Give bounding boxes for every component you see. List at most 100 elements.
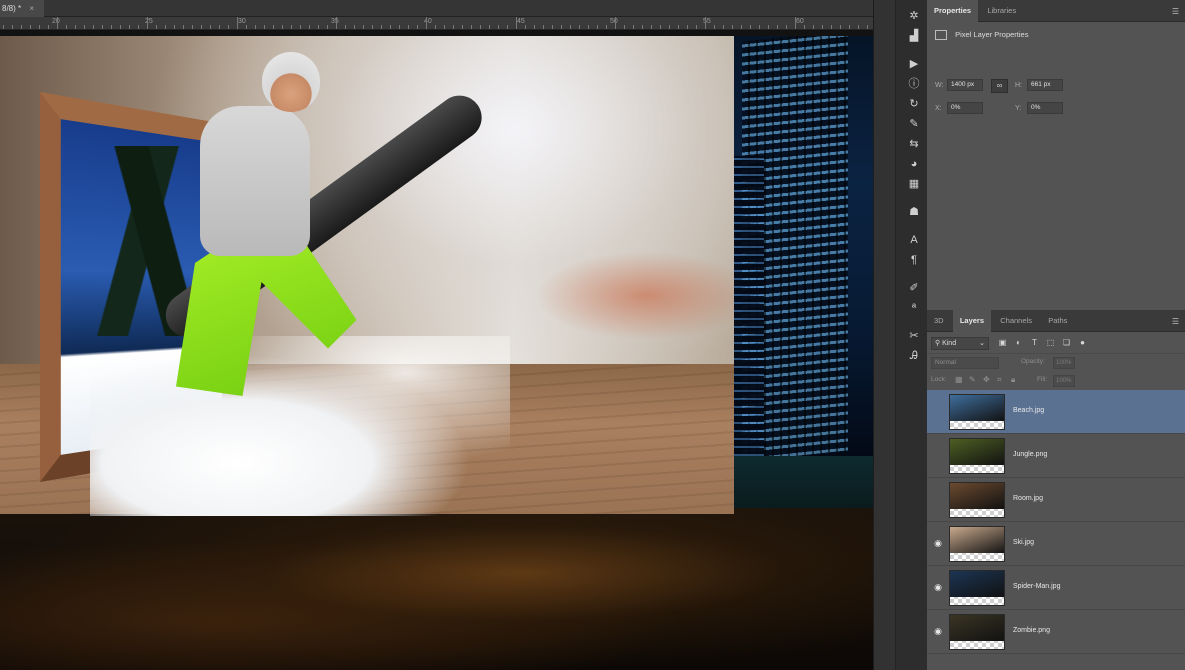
eye-icon[interactable]: ◉ — [933, 582, 943, 592]
tab-properties[interactable]: Properties — [927, 0, 979, 22]
panel-menu-icon[interactable]: ☰ — [1172, 7, 1179, 16]
ruler-tick — [390, 25, 391, 29]
tool-preset-icon[interactable]: ✂ — [902, 326, 926, 346]
history-icon[interactable]: ↻ — [902, 94, 926, 114]
ruler-tick — [183, 25, 184, 29]
type-icon[interactable]: Ꭿ — [902, 346, 926, 366]
lock-all-icon[interactable]: 🔒︎ — [1011, 375, 1015, 385]
tab-layers[interactable]: Layers — [952, 310, 992, 332]
ruler-tick — [381, 25, 382, 29]
width-field[interactable]: 1400 px — [947, 79, 983, 91]
link-dimensions-icon[interactable]: ∞ — [991, 79, 1008, 93]
ruler-label: 20 — [52, 18, 60, 25]
ruler-tick — [435, 25, 436, 29]
layer-name[interactable]: Zombie.png — [1013, 627, 1050, 634]
tab-libraries[interactable]: Libraries — [980, 0, 1023, 22]
layer-name[interactable]: Room.jpg — [1013, 495, 1043, 502]
lock-artboard-icon[interactable]: ⌗ — [997, 375, 1002, 385]
play-icon[interactable]: ▶ — [902, 54, 926, 74]
info-icon[interactable]: ⓘ — [902, 74, 926, 94]
ruler-tick — [444, 25, 445, 29]
brush-preset-icon[interactable]: ✐ — [902, 278, 926, 298]
layer-thumbnail[interactable] — [949, 526, 1005, 562]
chevron-down-icon: ⌄ — [979, 340, 985, 347]
ruler-tick — [633, 25, 634, 29]
night-street-image — [0, 508, 873, 670]
tab-3d[interactable]: 3D — [927, 310, 951, 332]
filter-toggle-icon[interactable]: ● — [1077, 337, 1088, 348]
type-filter-icon[interactable]: T — [1029, 337, 1040, 348]
tab-channels[interactable]: Channels — [993, 310, 1039, 332]
lock-position-icon[interactable]: ✥ — [983, 375, 990, 384]
ruler-tick — [102, 25, 103, 29]
eye-icon[interactable]: ◉ — [933, 406, 943, 416]
layer-row[interactable]: ◉ Beach.jpg — [927, 390, 1185, 434]
document-canvas[interactable] — [0, 30, 873, 670]
layer-row[interactable]: ◉ Room.jpg — [927, 478, 1185, 522]
layer-thumbnail[interactable] — [949, 482, 1005, 518]
document-tab[interactable]: 8/8) * × — [0, 0, 44, 17]
eye-icon[interactable]: ◉ — [933, 494, 943, 504]
ruler-tick — [120, 25, 121, 29]
paragraph-icon[interactable]: ¶ — [902, 250, 926, 270]
blend-mode-select[interactable]: Normal — [931, 357, 999, 369]
ruler-tick — [813, 25, 814, 29]
y-field[interactable]: 0% — [1027, 102, 1063, 114]
adjustment-filter-icon[interactable]: ◐ — [1013, 337, 1024, 348]
snowboarder-jacket — [200, 106, 310, 256]
brush-icon[interactable]: ✎ — [902, 114, 926, 134]
ruler-tick — [192, 25, 193, 29]
ruler-tick — [309, 25, 310, 29]
pixel-filter-icon[interactable]: ▣ — [997, 337, 1008, 348]
eye-icon[interactable]: ◉ — [933, 626, 943, 636]
ruler-tick — [858, 25, 859, 29]
layer-name[interactable]: Beach.jpg — [1013, 407, 1044, 414]
lock-transparency-icon[interactable]: ▦ — [955, 375, 963, 384]
layer-row[interactable]: ◉ Spider-Man.jpg — [927, 566, 1185, 610]
close-tab-icon[interactable]: × — [29, 4, 34, 13]
blend-row: Normal Opacity: 100% — [927, 354, 1185, 372]
height-field[interactable]: 661 px — [1027, 79, 1063, 91]
ruler-tick — [93, 25, 94, 29]
layer-row[interactable]: ◉ Ski.jpg — [927, 522, 1185, 566]
paths-icon[interactable]: ⇆ — [902, 134, 926, 154]
layer-row[interactable]: ◉ Jungle.png — [927, 434, 1185, 478]
ruler-tick — [588, 25, 589, 29]
ruler-tick — [786, 25, 787, 29]
shape-filter-icon[interactable]: ⬚ — [1045, 337, 1056, 348]
eye-icon[interactable]: ◉ — [933, 450, 943, 460]
layer-name[interactable]: Spider-Man.jpg — [1013, 583, 1060, 590]
opacity-field[interactable]: 100% — [1053, 357, 1075, 369]
styles-icon[interactable]: ◕ — [902, 154, 926, 174]
layer-thumbnail[interactable] — [949, 570, 1005, 606]
layer-row[interactable]: ◉ Zombie.png — [927, 610, 1185, 654]
fill-field[interactable]: 100% — [1053, 375, 1075, 387]
ruler-tick — [678, 25, 679, 29]
layer-thumbnail[interactable] — [949, 394, 1005, 430]
ruler-tick — [768, 25, 769, 29]
ruler-tick — [246, 25, 247, 29]
people-icon[interactable]: ☗ — [902, 202, 926, 222]
layer-thumbnail[interactable] — [949, 438, 1005, 474]
layer-thumbnail[interactable] — [949, 614, 1005, 650]
layer-name[interactable]: Ski.jpg — [1013, 539, 1034, 546]
ruler-tick — [75, 25, 76, 29]
eye-icon[interactable]: ◉ — [933, 538, 943, 548]
smart-object-filter-icon[interactable]: ❏ — [1061, 337, 1072, 348]
filter-kind-select[interactable]: ⚲ Kind ⌄ — [931, 337, 989, 350]
x-field[interactable]: 0% — [947, 102, 983, 114]
ruler-tick — [561, 25, 562, 29]
ruler-tick — [777, 25, 778, 29]
layers-menu-icon[interactable]: ☰ — [1172, 317, 1179, 326]
glyphs-icon[interactable]: ª — [902, 298, 926, 318]
layer-name[interactable]: Jungle.png — [1013, 451, 1047, 458]
ruler-tick — [3, 25, 4, 29]
horizontal-ruler[interactable]: 20253035404550556065 — [0, 17, 873, 30]
adjustments-icon[interactable]: ✲ — [902, 6, 926, 26]
lock-pixels-icon[interactable]: ✎ — [969, 375, 976, 384]
character-icon[interactable]: A — [902, 230, 926, 250]
histogram-icon[interactable]: ▟ — [902, 26, 926, 46]
ruler-tick — [570, 25, 571, 29]
grid-icon[interactable]: ▦ — [902, 174, 926, 194]
tab-paths[interactable]: Paths — [1041, 310, 1074, 332]
